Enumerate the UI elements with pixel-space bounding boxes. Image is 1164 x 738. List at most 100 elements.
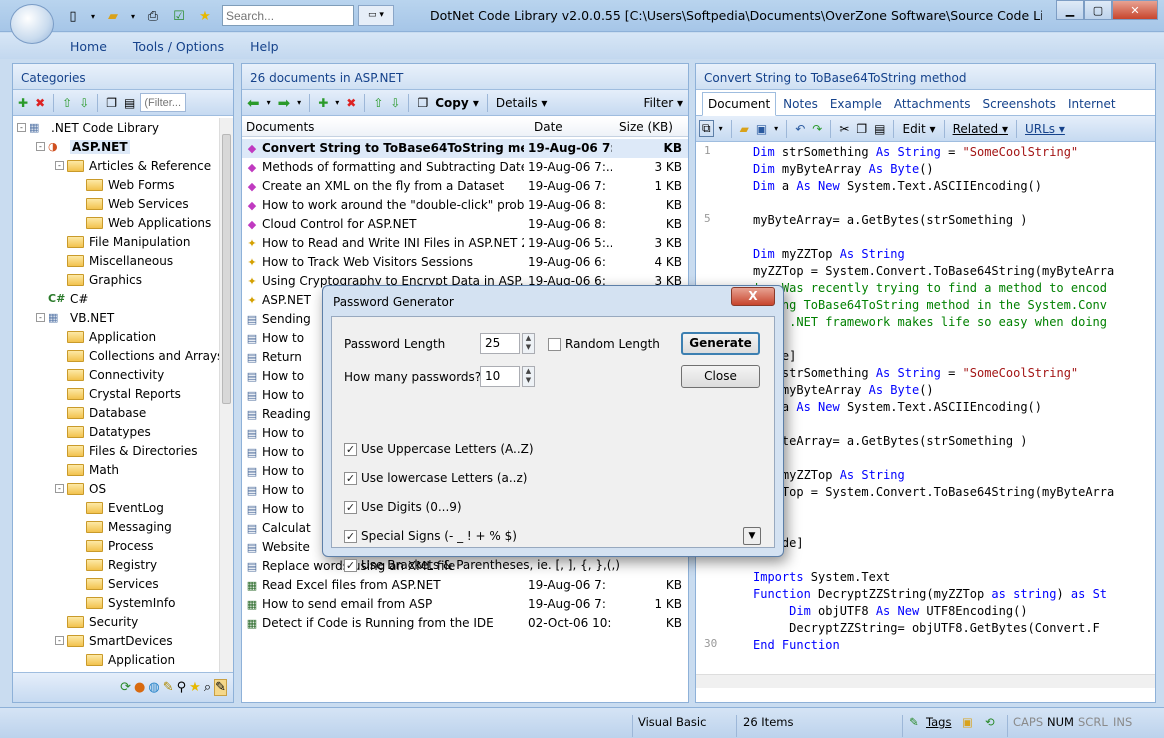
tree-node[interactable]: Collections and Arrays	[13, 346, 219, 365]
column-documents[interactable]: Documents	[246, 120, 314, 134]
tree-node[interactable]: Crystal Reports	[13, 384, 219, 403]
expand-options-button[interactable]: ▼	[743, 527, 761, 545]
tree-node[interactable]: - ▦ .NET Code Library	[13, 118, 219, 137]
collapse-toggle-icon[interactable]: -	[36, 313, 45, 322]
menu-tools-options[interactable]: Tools / Options	[133, 39, 224, 54]
generate-button[interactable]: Generate	[681, 332, 760, 355]
tree-node[interactable]: - SmartDevices	[13, 631, 219, 650]
cut-icon[interactable]: ✂	[837, 122, 851, 136]
tree-node[interactable]: Services	[13, 574, 219, 593]
tree-node[interactable]: Registry	[13, 555, 219, 574]
magnifier-icon[interactable]: ⚲	[177, 680, 187, 695]
collapse-toggle-icon[interactable]: -	[55, 636, 64, 645]
collapse-toggle-icon[interactable]: -	[55, 161, 64, 170]
close-button[interactable]: Close	[681, 365, 760, 388]
new-document-icon[interactable]: ▯	[62, 6, 84, 26]
dropdown-arrow-icon[interactable]: ▾	[295, 98, 303, 107]
open-folder-icon[interactable]: ▰	[738, 122, 751, 136]
collapse-toggle-icon[interactable]: -	[55, 484, 64, 493]
sync-icon[interactable]: ⟲	[985, 715, 995, 729]
back-arrow-icon[interactable]: ⬅	[245, 94, 262, 112]
menu-help[interactable]: Help	[250, 39, 279, 54]
dropdown-arrow-icon[interactable]: ▾	[772, 124, 780, 133]
table-row[interactable]: ▦ How to send email from ASP 19-Aug-06 7: 1…	[242, 595, 688, 614]
lock-icon[interactable]: ▣	[962, 715, 973, 729]
copy-icon[interactable]: ❐	[415, 96, 430, 110]
option-checkbox[interactable]: ✓ Special Signs (- _ ! + % $)	[344, 529, 517, 543]
table-row[interactable]: ▦ Read Excel files from ASP.NET 19-Aug-06 …	[242, 576, 688, 595]
option-checkbox[interactable]: ✓ Use lowercase Letters (a..z)	[344, 471, 527, 485]
globe-icon[interactable]: ◍	[148, 680, 159, 695]
tree-node[interactable]: Application	[13, 327, 219, 346]
column-size[interactable]: Size (KB)	[619, 120, 673, 134]
dialog-close-x-button[interactable]: X	[731, 287, 775, 306]
table-row[interactable]: ◆ How to work around the "double-click" p…	[242, 196, 688, 215]
wand-icon[interactable]: ✎	[163, 680, 174, 695]
tree-node[interactable]: Web Services	[13, 194, 219, 213]
table-row[interactable]: ✦ How to Read and Write INI Files in ASP.…	[242, 234, 688, 253]
firefox-icon[interactable]: ●	[134, 680, 145, 695]
password-count-spinner[interactable]: ▲ ▼	[522, 366, 535, 387]
tree-node[interactable]: Database	[13, 403, 219, 422]
dropdown-arrow-icon[interactable]: ▾	[717, 124, 725, 133]
forward-arrow-icon[interactable]: ➡	[276, 94, 293, 112]
tree-node[interactable]: Process	[13, 536, 219, 555]
tree-node[interactable]: Connectivity	[13, 365, 219, 384]
close-icon[interactable]: ✕	[1112, 0, 1158, 20]
tree-node[interactable]: EventLog	[13, 498, 219, 517]
tree-node[interactable]: Application	[13, 650, 219, 669]
category-tree[interactable]: - ▦ .NET Code Library - ◑ ASP.NET - Articles & …	[13, 118, 219, 672]
collapse-toggle-icon[interactable]: -	[36, 142, 45, 151]
copy-button[interactable]: Copy ▾	[433, 96, 481, 110]
table-row[interactable]: ✦ How to Track Web Visitors Sessions 19-Au…	[242, 253, 688, 272]
search-docs-icon[interactable]: ⌕	[204, 680, 211, 695]
tree-node[interactable]: File Manipulation	[13, 232, 219, 251]
dropdown-arrow-icon[interactable]: ▾	[128, 6, 138, 26]
password-length-spinner[interactable]: ▲ ▼	[522, 333, 535, 354]
collapse-toggle-icon[interactable]: -	[17, 123, 26, 132]
favorites-star-icon[interactable]: ★	[194, 6, 216, 26]
tab-internet[interactable]: Internet	[1063, 93, 1121, 115]
refresh-icon[interactable]: ⟳	[120, 680, 131, 695]
move-up-icon[interactable]: ⇧	[371, 96, 385, 110]
tab-document[interactable]: Document	[702, 92, 777, 116]
add-document-icon[interactable]: ✚	[316, 96, 330, 110]
tree-node[interactable]: Datatypes	[13, 422, 219, 441]
tree-node[interactable]: Messaging	[13, 517, 219, 536]
dropdown-arrow-icon[interactable]: ▾	[88, 6, 98, 26]
tree-node[interactable]: - ◑ ASP.NET	[13, 137, 219, 156]
maximize-icon[interactable]: ▢	[1084, 0, 1112, 20]
category-filter-input[interactable]	[140, 93, 187, 112]
tree-node[interactable]: Math	[13, 460, 219, 479]
password-count-input[interactable]: 10	[480, 366, 520, 387]
save-icon[interactable]: ▣	[754, 122, 769, 136]
copy-icon[interactable]: ❐	[104, 96, 119, 110]
tree-node[interactable]: SystemInfo	[13, 593, 219, 612]
editor-mode-icon[interactable]: ⧉	[699, 120, 714, 137]
tree-node[interactable]: Miscellaneous	[13, 251, 219, 270]
table-row[interactable]: ◆ Methods of formatting and Subtracting D…	[242, 158, 688, 177]
tags-icon[interactable]: ✎	[909, 715, 919, 729]
status-tags[interactable]: Tags	[926, 715, 951, 729]
move-up-icon[interactable]: ⇧	[60, 96, 74, 110]
dropdown-arrow-icon[interactable]: ▾	[333, 98, 341, 107]
edit-menu-button[interactable]: Edit ▾	[900, 122, 937, 136]
filter-button[interactable]: Filter ▾	[641, 96, 685, 110]
tree-node[interactable]: Web Applications	[13, 213, 219, 232]
settings-icon[interactable]: ✎	[214, 679, 227, 696]
tree-node[interactable]: - ▦ VB.NET	[13, 308, 219, 327]
tree-node[interactable]: - OS	[13, 479, 219, 498]
app-orb-icon[interactable]	[10, 4, 54, 44]
open-folder-icon[interactable]: ▰	[102, 6, 124, 26]
vertical-scrollbar[interactable]	[219, 118, 233, 672]
search-input[interactable]	[222, 5, 354, 26]
table-row[interactable]: ◆ Cloud Control for ASP.NET 19-Aug-06 8: KB	[242, 215, 688, 234]
print-icon[interactable]: ⎙	[142, 6, 164, 26]
check-icon[interactable]: ☑	[168, 6, 190, 26]
dropdown-arrow-icon[interactable]: ▾	[265, 98, 273, 107]
tab-attachments[interactable]: Attachments	[889, 93, 976, 115]
table-row[interactable]: ◆ Create an XML on the fly from a Dataset…	[242, 177, 688, 196]
paste-icon[interactable]: ▤	[122, 96, 137, 110]
paste-icon[interactable]: ▤	[872, 122, 887, 136]
tab-example[interactable]: Example	[825, 93, 887, 115]
